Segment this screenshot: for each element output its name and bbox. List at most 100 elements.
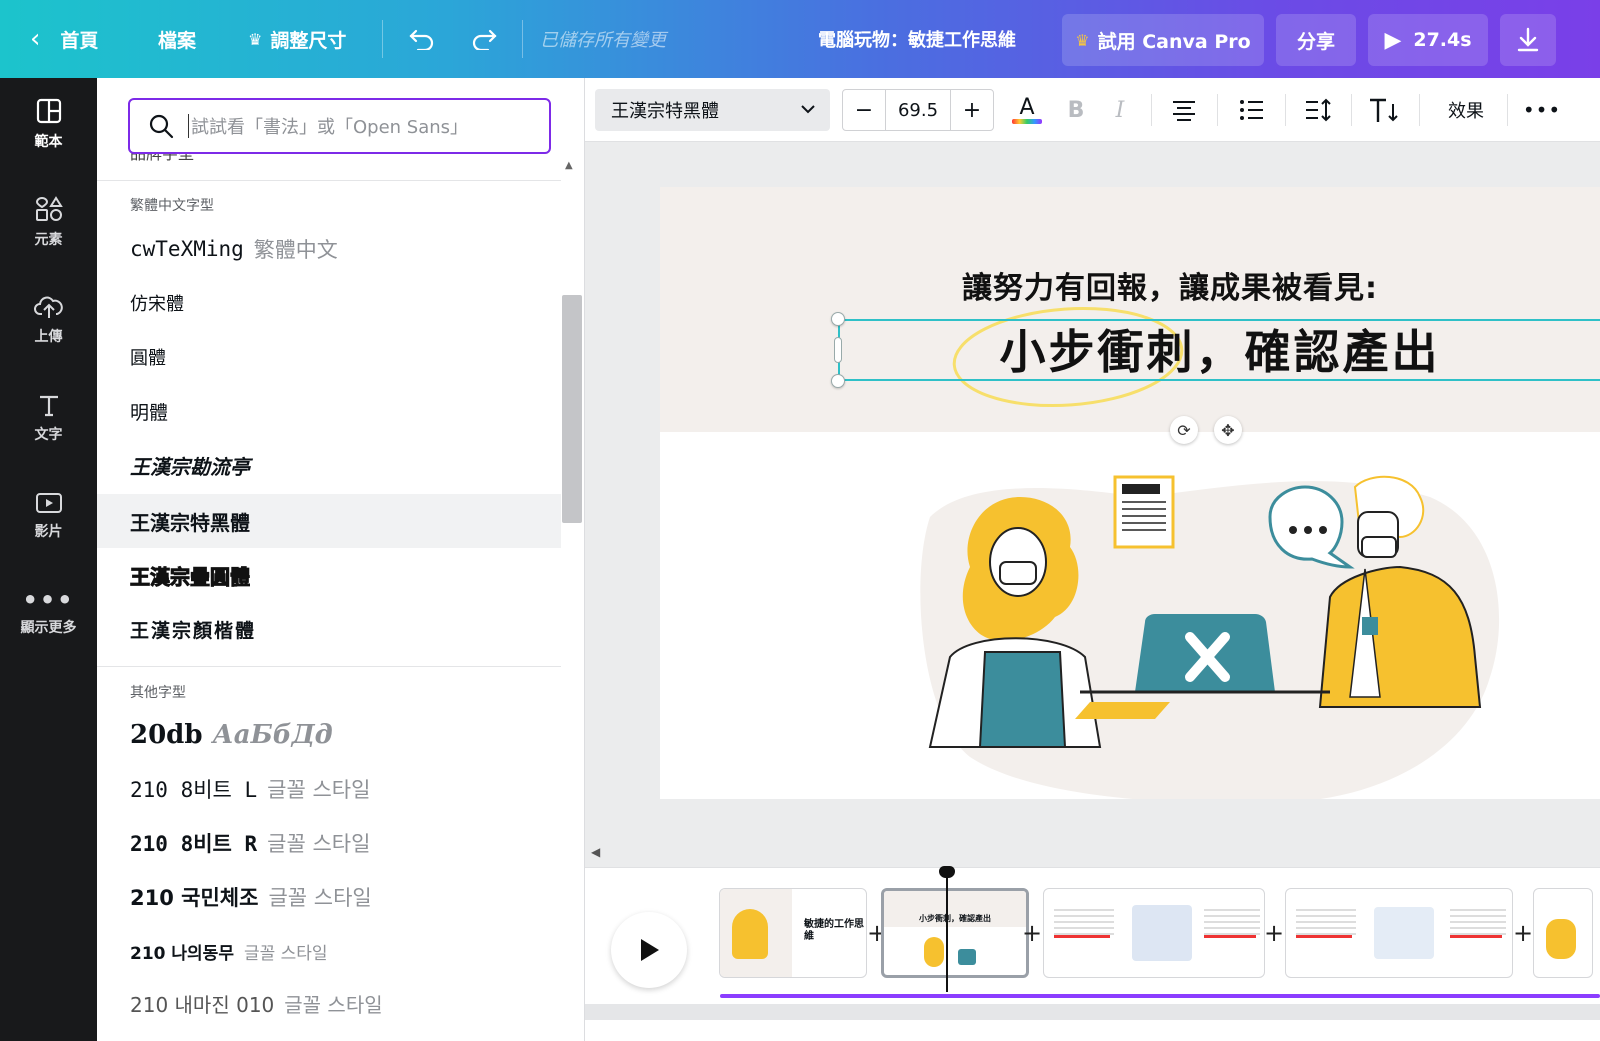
bold-button[interactable]: B xyxy=(1061,92,1091,128)
font-item[interactable]: 210 8비트 R 글꼴 스타일 xyxy=(97,816,561,870)
more-options-button[interactable]: ••• xyxy=(1523,92,1560,128)
font-item[interactable]: 20db АаБбДд xyxy=(97,708,561,762)
sidebar-item-uploads[interactable]: 上傳 xyxy=(0,280,97,360)
font-item[interactable]: 王漢宗顏楷體 xyxy=(97,602,561,656)
font-item[interactable]: 明體 xyxy=(97,384,561,438)
align-button[interactable] xyxy=(1167,92,1201,128)
align-center-icon xyxy=(1173,101,1195,121)
font-item[interactable]: 210 국민체조 글꼴 스타일 xyxy=(97,870,561,924)
slide-thumbnail[interactable]: 敏捷的工作思維 xyxy=(719,888,867,978)
try-pro-button[interactable]: ♛ 試用 Canva Pro xyxy=(1062,14,1264,66)
font-preview: 글꼴 스타일 xyxy=(267,832,371,856)
font-item[interactable]: 王漢宗疊圓體 xyxy=(97,548,561,602)
share-label: 分享 xyxy=(1296,30,1335,53)
font-item[interactable]: 王漢宗勘流亭 xyxy=(97,438,561,492)
share-button[interactable]: 分享 xyxy=(1276,14,1356,66)
rotate-handle[interactable]: ⟳ xyxy=(1170,416,1198,444)
play-preview-button[interactable]: ▶ 27.4s xyxy=(1368,14,1488,66)
font-item[interactable]: 仿宋體 xyxy=(97,276,561,330)
effects-button[interactable]: 效果 xyxy=(1441,92,1491,128)
move-icon: ✥ xyxy=(1221,420,1235,440)
thumbnail-figure-icon xyxy=(1374,907,1434,959)
divider xyxy=(97,666,561,667)
sidebar-item-text[interactable]: 文字 xyxy=(0,378,97,458)
home-button[interactable]: ‹ 首頁 xyxy=(30,0,98,78)
font-preview: АаБбДд xyxy=(212,720,333,750)
increase-size-button[interactable]: + xyxy=(951,90,993,130)
side-handle[interactable] xyxy=(834,337,842,363)
toolbar-divider xyxy=(1217,94,1218,126)
font-item[interactable]: 210 내마진 010 글꼴 스타일 xyxy=(97,976,561,1030)
meeting-illustration xyxy=(920,475,1500,799)
resize-handle[interactable] xyxy=(831,312,845,326)
more-icon: ••• xyxy=(22,586,75,614)
scroll-up-arrow-icon[interactable]: ▲ xyxy=(565,160,573,171)
thumbnail-figure-icon xyxy=(1546,919,1576,959)
font-panel: 品牌字型 試試看「書法」或「Open Sans」 繁體中文字型 cwTeXMin… xyxy=(97,78,585,1041)
timeline-play-button[interactable] xyxy=(611,912,687,988)
sidebar-item-videos[interactable]: 影片 xyxy=(0,476,97,556)
redo-button[interactable] xyxy=(470,0,498,78)
text-transform-icon xyxy=(1370,98,1398,122)
font-name: 210 8비트 R xyxy=(130,832,258,856)
video-icon xyxy=(35,493,62,513)
redo-icon xyxy=(472,29,497,50)
document-title[interactable]: 電腦玩物：敏捷工作思維 xyxy=(818,0,1016,78)
sidebar-item-elements[interactable]: 元素 xyxy=(0,182,97,262)
italic-button[interactable]: I xyxy=(1105,92,1135,128)
sidebar-item-templates[interactable]: 範本 xyxy=(0,84,97,164)
list-button[interactable] xyxy=(1235,92,1269,128)
font-item[interactable]: 210 8비트 L 글꼴 스타일 xyxy=(97,762,561,816)
timeline-progress-bar xyxy=(720,994,1600,998)
font-item[interactable]: 210 나의동무 글꼴 스타일 xyxy=(97,924,561,978)
file-menu[interactable]: 檔案 xyxy=(158,0,196,78)
font-name: cwTeXMing xyxy=(130,237,244,261)
toolbar-divider xyxy=(1419,94,1420,126)
spacing-button[interactable] xyxy=(1301,92,1335,128)
elements-icon xyxy=(35,196,63,221)
panel-scrollbar-thumb[interactable] xyxy=(562,295,582,523)
font-item[interactable]: cwTeXMing 繁體中文 xyxy=(97,222,561,276)
download-button[interactable] xyxy=(1500,14,1556,66)
font-name: 王漢宗疊圓體 xyxy=(130,564,251,589)
font-item[interactable]: 圓體 xyxy=(97,330,561,384)
slide-thumbnail-current[interactable]: 小步衝刺，確認產出 xyxy=(881,888,1029,978)
font-name: 王漢宗顏楷體 xyxy=(130,619,257,642)
font-size-stepper: − 69.5 + xyxy=(842,89,994,131)
decrease-size-button[interactable]: − xyxy=(843,90,885,130)
slide-subtitle[interactable]: 讓努力有回報，讓成果被看見: xyxy=(910,263,1430,307)
add-slide-button[interactable]: + xyxy=(1261,919,1287,947)
rotate-icon: ⟳ xyxy=(1177,420,1191,440)
slide-thumbnail[interactable] xyxy=(1533,888,1593,978)
slide-thumbnail[interactable] xyxy=(1043,888,1265,978)
left-sidebar: 範本 元素 上傳 文字 影片 ••• 顯示更多 xyxy=(0,78,97,1041)
sidebar-item-more[interactable]: ••• 顯示更多 xyxy=(0,574,97,654)
slide-thumbnail[interactable] xyxy=(1285,888,1513,978)
text-selection-box[interactable] xyxy=(838,319,1600,381)
scroll-left-arrow-icon[interactable]: ◀ xyxy=(591,845,600,859)
section-title-trad-chinese: 繁體中文字型 xyxy=(130,198,214,214)
text-transform-button[interactable] xyxy=(1365,92,1403,128)
move-handle[interactable]: ✥ xyxy=(1214,416,1242,444)
design-page[interactable]: 讓努力有回報，讓成果被看見: 小步衝刺，確認產出 ⟳ ✥ xyxy=(660,187,1600,799)
font-size-input[interactable]: 69.5 xyxy=(885,90,951,130)
text-color-button[interactable]: A xyxy=(1009,92,1045,128)
playhead-line[interactable] xyxy=(946,868,948,992)
font-search-box[interactable]: 試試看「書法」或「Open Sans」 xyxy=(128,98,551,154)
resize-button[interactable]: ♛ 調整尺寸 xyxy=(248,0,346,78)
font-name: 仿宋體 xyxy=(130,294,184,315)
font-name: 明體 xyxy=(130,401,169,424)
font-item-selected[interactable]: 王漢宗特黑體 xyxy=(97,494,561,548)
font-name: 210 내마진 010 xyxy=(130,992,275,1017)
resize-handle[interactable] xyxy=(831,374,845,388)
undo-button[interactable] xyxy=(408,0,436,78)
font-preview: 글꼴 스타일 xyxy=(268,886,372,910)
timeline-scrollbar[interactable] xyxy=(585,1004,1600,1020)
saved-status: 已儲存所有變更 xyxy=(540,30,666,51)
thumbnail-title: 敏捷的工作思維 xyxy=(804,919,864,942)
font-family-dropdown[interactable]: 王漢宗特黑體 xyxy=(595,89,830,131)
thumbnail-figure-icon xyxy=(958,949,976,965)
panel-scrollbar-track[interactable] xyxy=(561,160,584,1041)
search-input[interactable]: 試試看「書法」或「Open Sans」 xyxy=(191,113,468,139)
add-slide-button[interactable]: + xyxy=(1019,919,1045,947)
